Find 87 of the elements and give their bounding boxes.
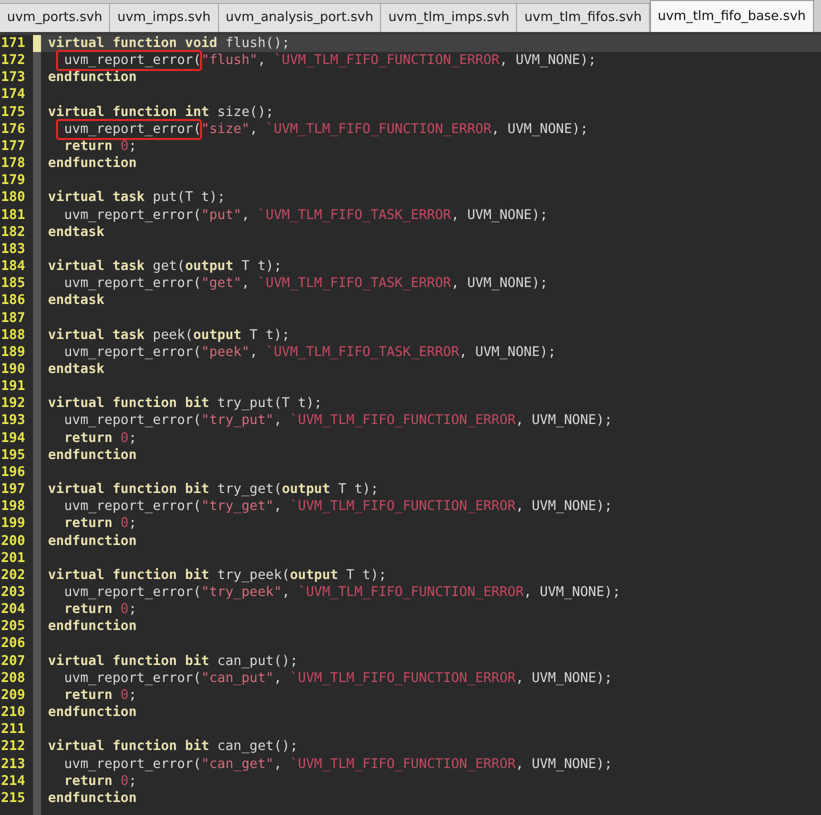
code-line: endtask xyxy=(48,362,104,377)
code-line: endtask xyxy=(48,224,104,240)
file-tab[interactable]: uvm_tlm_fifos.svh xyxy=(517,3,650,32)
code-line: virtual function int size(); xyxy=(48,104,274,120)
line-number: 188 xyxy=(1,328,26,343)
line-number: 203 xyxy=(1,585,26,600)
line-number: 177 xyxy=(1,138,26,154)
line-number: 186 xyxy=(1,293,26,308)
code-line: uvm_report_error("can_get", `UVM_TLM_FIFO_FUNCTION_ERROR, UVM_NONE); xyxy=(63,756,612,772)
line-number: 199 xyxy=(1,516,26,532)
line-number: 184 xyxy=(1,259,26,274)
line-number: 191 xyxy=(1,379,26,394)
code-line: virtual task peek(output T t); xyxy=(48,328,290,343)
line-number: 211 xyxy=(1,722,26,738)
line-number: 197 xyxy=(1,482,26,498)
line-number: 213 xyxy=(1,756,26,772)
line-number: 181 xyxy=(1,208,26,223)
code-line: endfunction xyxy=(48,156,137,172)
line-number: 187 xyxy=(1,310,26,326)
line-number: 189 xyxy=(1,344,26,360)
code-line: uvm_report_error("can_put", `UVM_TLM_FIFO_FUNCTION_ERROR, UVM_NONE); xyxy=(63,670,612,686)
line-number: 179 xyxy=(1,173,26,188)
code-line: virtual function bit try_peek(output T t); xyxy=(48,568,387,583)
file-tab[interactable]: uvm_ports.svh xyxy=(0,3,110,32)
code-line: uvm_report_error("size", `UVM_TLM_FIFO_FUNCTION_ERROR, UVM_NONE); xyxy=(63,122,588,137)
line-number: 194 xyxy=(1,430,26,446)
code-line: return 0; xyxy=(63,138,137,154)
line-number: 201 xyxy=(1,550,26,566)
code-line: uvm_report_error("try_get", `UVM_TLM_FIFO_FUNCTION_ERROR, UVM_NONE); xyxy=(63,499,612,514)
line-number: 212 xyxy=(1,739,26,754)
line-number: 183 xyxy=(1,242,26,257)
code-line: endfunction xyxy=(48,790,137,806)
line-number: 204 xyxy=(1,602,26,618)
file-tab[interactable]: uvm_analysis_port.svh xyxy=(218,3,382,32)
code-line: uvm_report_error("flush", `UVM_TLM_FIFO_FUNCTION_ERROR, UVM_NONE); xyxy=(63,53,596,68)
line-number: 185 xyxy=(1,276,26,292)
line-number: 172 xyxy=(1,53,26,68)
line-number: 190 xyxy=(1,362,26,377)
line-number: 205 xyxy=(1,619,26,634)
line-number: 193 xyxy=(1,413,26,428)
line-number: 200 xyxy=(1,534,26,549)
code-line: endfunction xyxy=(48,70,137,86)
code-line: return 0; xyxy=(63,774,137,789)
line-number: 202 xyxy=(1,568,26,583)
code-line: endfunction xyxy=(48,619,137,634)
code-line: return 0; xyxy=(63,688,137,703)
code-line: return 0; xyxy=(63,430,137,446)
line-number: 171 xyxy=(1,36,26,51)
line-number: 196 xyxy=(1,464,26,480)
code-line: uvm_report_error("try_put", `UVM_TLM_FIFO_FUNCTION_ERROR, UVM_NONE); xyxy=(63,413,612,428)
line-number: 174 xyxy=(1,87,26,102)
code-line: endfunction xyxy=(48,448,137,463)
code-line: virtual function bit can_put(); xyxy=(48,654,298,669)
line-number: 198 xyxy=(1,499,26,514)
code-line: virtual task get(output T t); xyxy=(48,259,282,274)
line-number: 207 xyxy=(1,654,26,669)
code-line: virtual function bit can_get(); xyxy=(48,739,298,754)
code-line: return 0; xyxy=(63,516,137,532)
line-number: 214 xyxy=(1,774,26,789)
code-line: return 0; xyxy=(63,602,137,618)
line-number: 173 xyxy=(1,70,26,86)
line-number: 182 xyxy=(1,224,26,240)
line-number: 192 xyxy=(1,396,26,412)
code-line: uvm_report_error("try_peek", `UVM_TLM_FIFO_FUNCTION_ERROR, UVM_NONE); xyxy=(63,585,620,600)
line-number: 178 xyxy=(1,156,26,172)
file-tab[interactable]: uvm_imps.svh xyxy=(110,3,219,32)
code-line: endfunction xyxy=(48,705,137,720)
code-line: virtual function bit try_get(output T t); xyxy=(48,482,379,498)
file-tab[interactable]: uvm_tlm_imps.svh xyxy=(381,3,518,32)
line-number: 176 xyxy=(1,122,26,137)
code-line: uvm_report_error("peek", `UVM_TLM_FIFO_TASK_ERROR, UVM_NONE); xyxy=(63,344,556,360)
line-number: 210 xyxy=(1,705,26,720)
line-number: 208 xyxy=(1,670,26,686)
code-line: virtual task put(T t); xyxy=(48,190,226,206)
code-line: virtual function bit try_put(T t); xyxy=(48,396,322,412)
line-number: 195 xyxy=(1,448,26,463)
code-line: endtask xyxy=(48,293,104,308)
line-number: 175 xyxy=(1,104,26,120)
line-number: 209 xyxy=(1,688,26,703)
code-line: uvm_report_error("get", `UVM_TLM_FIFO_TASK_ERROR, UVM_NONE); xyxy=(63,276,548,292)
code-line: uvm_report_error("put", `UVM_TLM_FIFO_TASK_ERROR, UVM_NONE); xyxy=(63,208,548,223)
line-number: 215 xyxy=(1,790,26,806)
code-line: virtual function void flush(); xyxy=(48,36,290,51)
code-line: endfunction xyxy=(48,534,137,549)
line-number: 180 xyxy=(1,190,26,206)
line-number: 206 xyxy=(1,636,26,652)
file-tab[interactable]: uvm_tlm_fifo_base.svh xyxy=(650,0,814,32)
